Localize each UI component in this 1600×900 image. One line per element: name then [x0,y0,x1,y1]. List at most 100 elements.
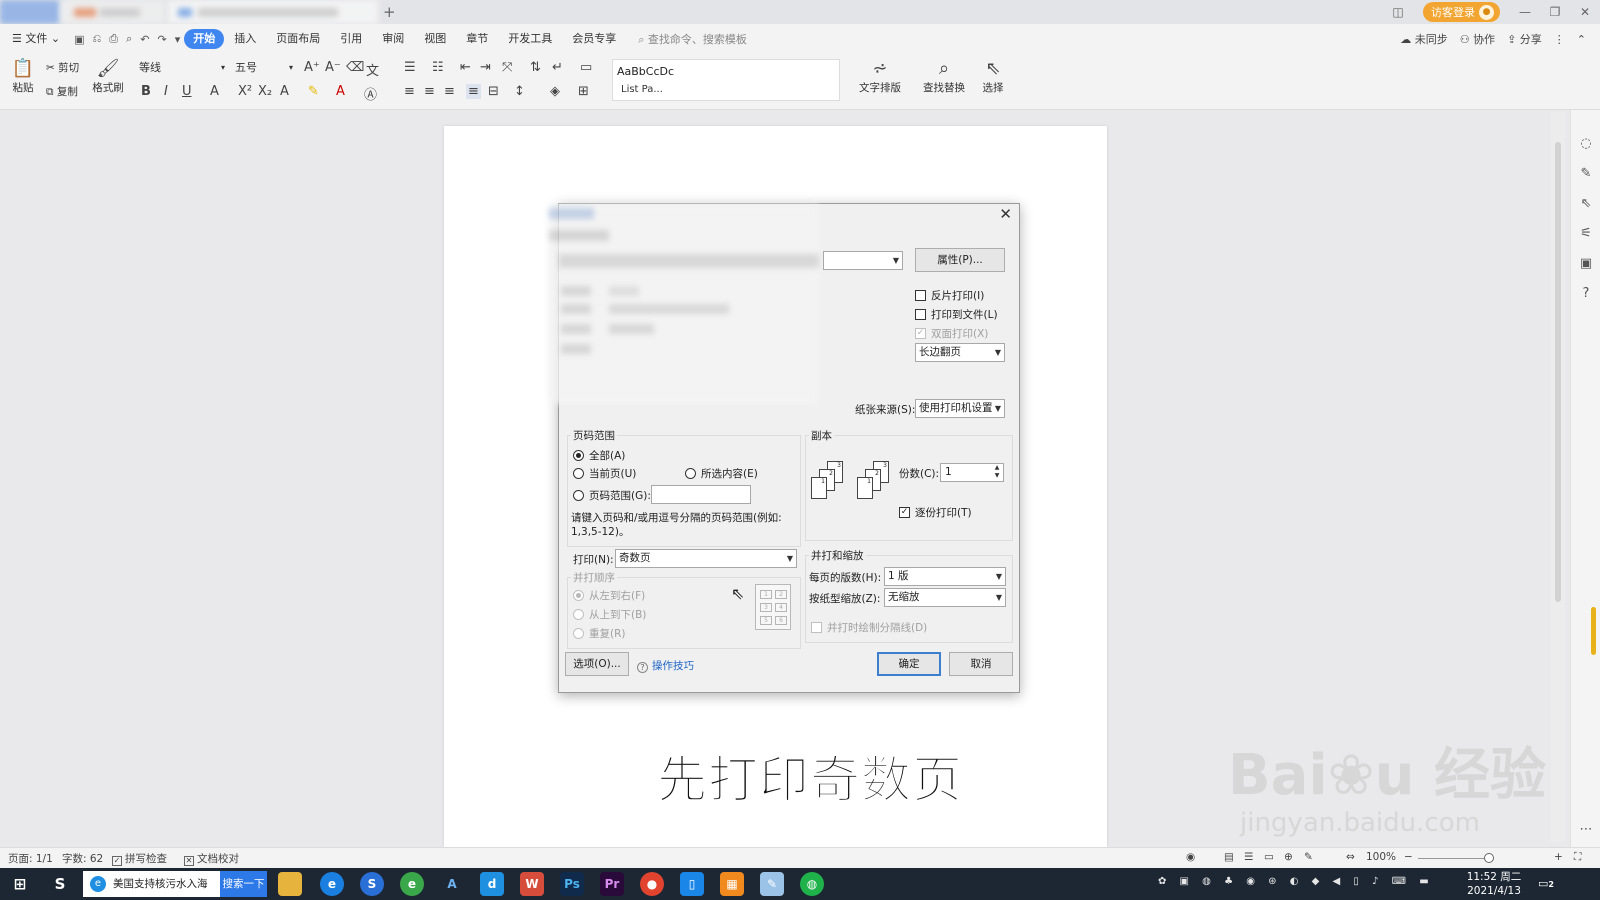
paste-button[interactable]: 📋 粘贴 [10,58,36,95]
visitor-login-button[interactable]: 访客登录 ● [1423,2,1500,22]
tab-member[interactable]: 会员专享 [562,29,626,49]
wechat-icon[interactable]: ◍ [800,872,824,896]
minimize-icon[interactable]: — [1510,5,1540,19]
printer-name-select[interactable]: ▼ [823,251,903,270]
collab-button[interactable]: ⚇ 协作 [1460,31,1495,47]
superscript-icon[interactable]: X² [238,84,252,99]
style-gallery[interactable]: AaBbCcDc List Pa... [612,59,840,101]
copy-button[interactable]: ⧉ 复制 [46,84,78,99]
chinese-layout-icon[interactable]: ⤧ [502,60,512,75]
zoom-out-icon[interactable]: − [1404,851,1413,863]
backup-panel-icon[interactable]: ▣ [1571,256,1600,271]
tab-references[interactable]: 引用 [330,29,372,49]
zoom-slider[interactable] [1418,858,1488,859]
notepad-icon[interactable]: ✎ [760,872,784,896]
tab-chapter[interactable]: 章节 [456,29,498,49]
edit-panel-icon[interactable]: ✎ [1571,166,1600,181]
fullscreen-icon[interactable]: ⛶ [1574,851,1581,864]
doc-check-toggle[interactable]: ✕ 文档校对 [184,851,239,866]
tab-review[interactable]: 审阅 [372,29,414,49]
clear-format-icon[interactable]: ⌫ [346,60,364,75]
highlight-icon[interactable]: ✎ [308,84,319,99]
distributed-icon[interactable]: ⊟ [488,84,499,99]
cancel-button[interactable]: 取消 [949,652,1013,676]
tab-page-layout[interactable]: 页面布局 [266,29,330,49]
per-page-select[interactable]: 1 版 ▼ [884,567,1006,586]
help-panel-icon[interactable]: ? [1571,286,1600,301]
file-menu[interactable]: ☰ 文件 ⌄ [0,29,70,49]
range-all-radio[interactable]: 全部(A) [573,448,625,463]
redo-icon[interactable]: ↷ [154,33,171,46]
document-tab-1[interactable] [60,0,164,24]
font-color-icon[interactable]: A [336,84,345,99]
page-count[interactable]: 页面: 1/1 [8,851,53,866]
format-painter-button[interactable]: 🖌 格式刷 [92,58,124,95]
select-button[interactable]: ⇖ 选择 [978,58,1008,95]
range-pages-radio[interactable]: 页码范围(G): [573,488,651,503]
bullets-icon[interactable]: ☰ [404,60,416,75]
spin-up-icon[interactable]: ▲ [992,464,1002,472]
taskbar-search-button[interactable]: 搜索一下 [220,871,267,897]
browser-icon[interactable]: e [320,872,344,896]
vertical-scrollbar[interactable] [1551,112,1565,842]
copies-count-stepper[interactable]: 1 ▲ ▼ [940,463,1004,482]
app-s-icon[interactable]: S [48,872,72,896]
wps-writer-icon[interactable]: W [520,872,544,896]
italic-icon[interactable]: I [164,84,168,99]
page-view-icon[interactable]: ▤ [1224,851,1234,863]
window-layout-icon[interactable]: ◫ [1383,5,1413,19]
file-explorer-icon[interactable] [278,872,302,896]
system-clock[interactable]: 11:52 周二 2021/4/13 [1458,870,1530,898]
read-view-icon[interactable]: ▭ [1264,851,1274,863]
decrease-indent-icon[interactable]: ⇤ [460,60,471,75]
find-replace-button[interactable]: ⌕ 查找替换 [920,58,968,95]
tray-icons[interactable]: ✿ ▣ ◍ ♣ ◉ ⊛ ◐ ◆ ◀ ▯ ♪ ⌨ ▬ [1158,876,1434,887]
new-tab-icon[interactable]: + [383,3,396,21]
print-preview-icon[interactable]: ⌕ [122,32,136,46]
home-tab[interactable] [0,0,60,24]
command-search[interactable]: ⌕ 查找命令、搜索模板 [638,31,747,47]
green-app-icon[interactable]: e [400,872,424,896]
notification-icon[interactable]: ▭2 [1534,872,1558,896]
underline-icon[interactable]: U [182,84,192,99]
tab-developer[interactable]: 开发工具 [498,29,562,49]
customize-icon[interactable]: ▾ [171,33,185,46]
range-current-radio[interactable]: 当前页(U) [573,466,636,481]
save-icon[interactable]: ▣ [70,33,88,46]
sync-button[interactable]: ☁ 未同步 [1400,31,1448,47]
subscript-icon[interactable]: X₂ [258,84,272,99]
dialog-close-icon[interactable]: ✕ [999,205,1012,223]
settings-panel-icon[interactable]: ⚟ [1571,226,1600,241]
sort-icon[interactable]: ⇅ [530,60,541,75]
photoshop-icon[interactable]: Ps [560,872,584,896]
page-range-input[interactable] [651,485,751,504]
duplex-checkbox[interactable]: ✓ 双面打印(X) [915,326,988,341]
zoom-in-icon[interactable]: + [1554,851,1563,863]
more-side-icon[interactable]: ⋯ [1571,822,1600,837]
pen-app-icon[interactable]: A [440,872,464,896]
tab-insert[interactable]: 插入 [224,29,266,49]
flip-select[interactable]: 长边翻页 ▼ [915,343,1005,362]
show-marks-icon[interactable]: ↵ [552,60,563,75]
windows-start-icon[interactable]: ⊞ [8,872,32,896]
close-window-icon[interactable]: ✕ [1570,5,1600,19]
outline-view-icon[interactable]: ☰ [1244,851,1253,863]
shading-icon[interactable]: ◈ [550,84,560,99]
blue-app-icon[interactable]: d [480,872,504,896]
undo-icon[interactable]: ↶ [136,33,153,46]
paper-source-select[interactable]: 使用打印机设置 ▼ [915,399,1005,418]
order-left-right-radio[interactable]: 从左到右(F) [573,588,645,603]
more-icon[interactable]: ⋮ [1554,33,1565,46]
properties-button[interactable]: 属性(P)... [915,248,1005,272]
eye-protect-icon[interactable]: ◉ [1186,851,1195,863]
scrollbar-thumb[interactable] [1555,142,1561,602]
ok-button[interactable]: 确定 [877,652,941,676]
print-icon[interactable]: ⎙ [105,32,122,46]
strikethrough-icon[interactable]: A [210,84,219,99]
align-right-icon[interactable]: ≡ [444,84,455,99]
increase-indent-icon[interactable]: ⇥ [480,60,491,75]
undo-history-icon[interactable]: ⎌ [88,32,105,46]
font-size-select[interactable]: 五号 ▾ [232,59,296,77]
table-tools-icon[interactable]: ▭ [580,60,592,75]
document-tab-2[interactable] [168,0,378,24]
